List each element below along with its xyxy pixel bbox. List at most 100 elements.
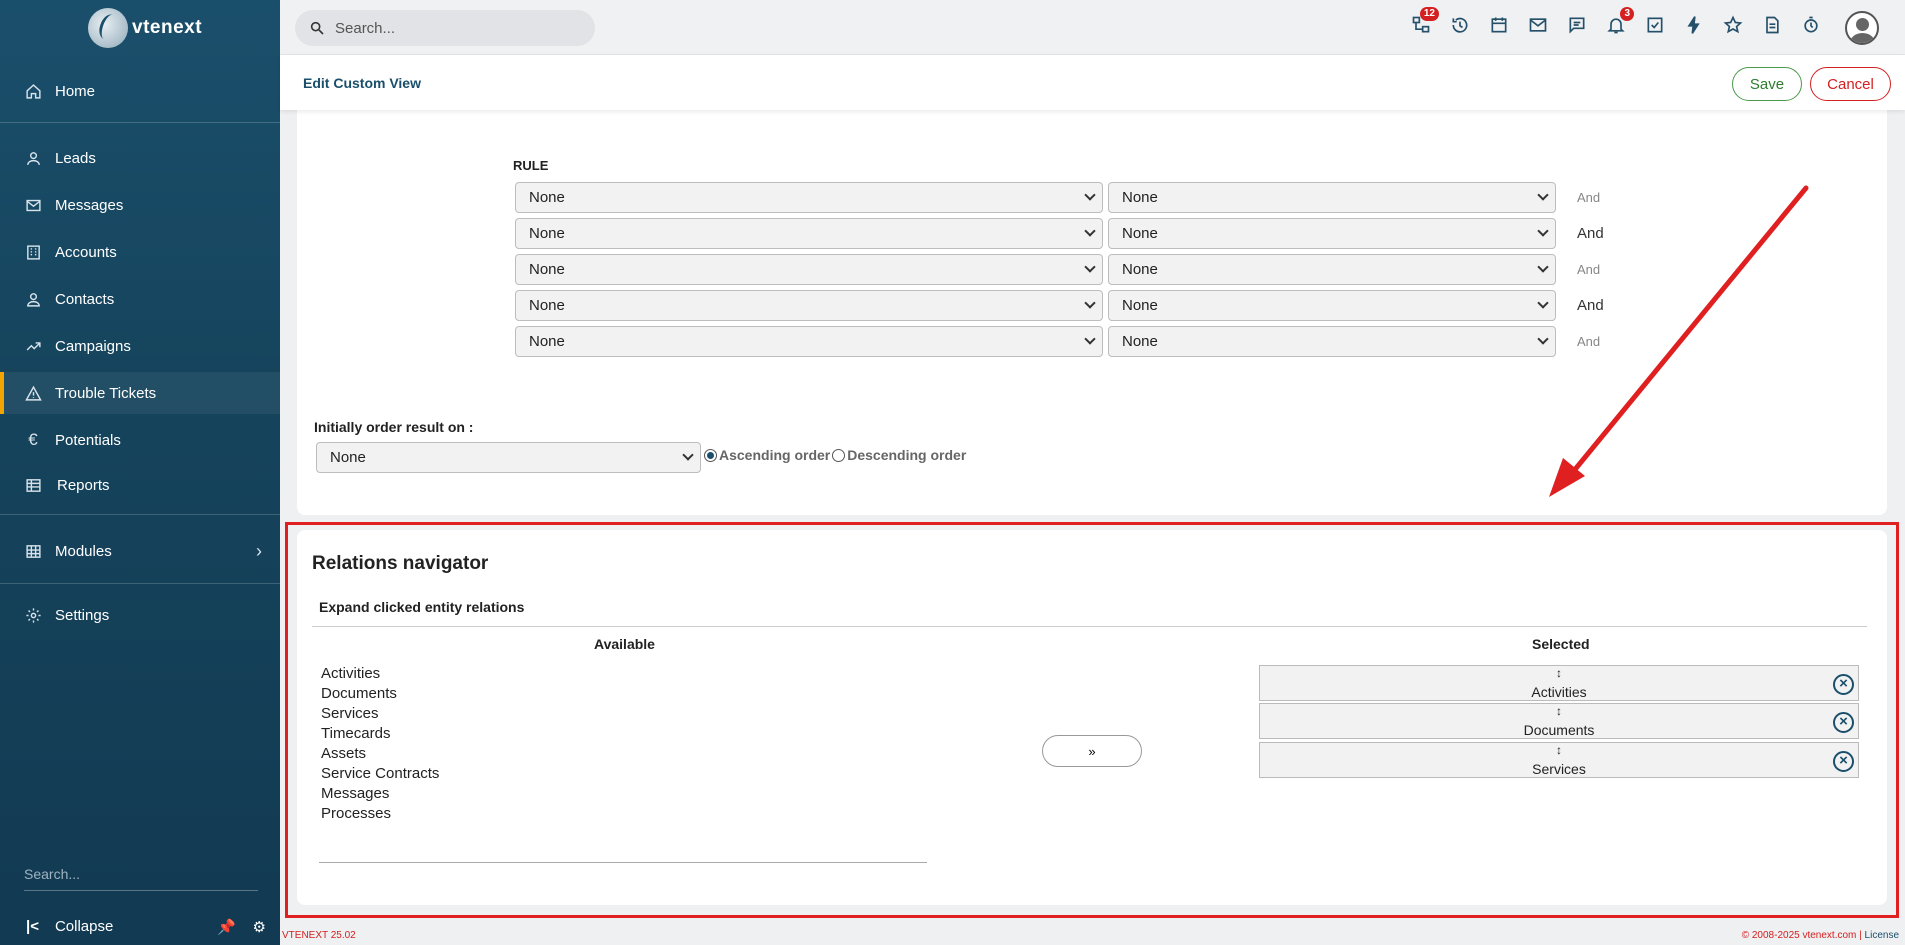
selected-item-label: Activities [1531,684,1587,700]
ascending-radio[interactable] [704,448,717,462]
remove-icon[interactable]: × [1833,674,1854,695]
processes-icon[interactable]: 12 [1410,7,1439,37]
chat-icon[interactable] [1566,13,1587,37]
list-item[interactable]: Documents [321,684,439,704]
order-field-select[interactable]: None [316,442,701,473]
rule-operator-select[interactable]: None [1108,290,1556,321]
logo-text: vtenext [132,17,203,38]
sidebar-item-reports[interactable]: Reports [0,464,280,506]
divider [0,122,280,123]
rule-operator-select[interactable]: None [1108,218,1556,249]
sidebar-item-home[interactable]: Home [0,70,280,112]
sidebar-item-label: Reports [57,476,110,494]
calendar-icon[interactable] [1488,13,1509,37]
drag-handle-icon[interactable]: ↕ [1260,705,1858,717]
list-item[interactable]: Activities [321,664,439,684]
sidebar-item-contacts[interactable]: Contacts [0,278,280,320]
sidebar-footer: |< Collapse 📌 ⚙ [0,908,280,945]
drag-handle-icon[interactable]: ↕ [1260,667,1858,679]
selected-item[interactable]: ↕ Services × [1259,742,1859,778]
remove-icon[interactable]: × [1833,751,1854,772]
chevron-down-icon [1537,261,1549,273]
selected-item[interactable]: ↕ Documents × [1259,703,1859,739]
save-button[interactable]: Save [1732,67,1802,101]
cancel-button[interactable]: Cancel [1810,67,1891,101]
descending-radio[interactable] [832,448,846,462]
chevron-down-icon [1537,333,1549,345]
rule-field-select[interactable]: None [515,290,1103,321]
tasks-icon[interactable] [1644,13,1665,37]
page-title: Edit Custom View [303,75,421,91]
search-placeholder: Search... [335,19,396,37]
rule-operator-select[interactable]: None [1108,182,1556,213]
list-item[interactable]: Processes [321,804,439,824]
list-item[interactable]: Service Contracts [321,764,439,784]
rule-label: RULE [513,158,549,173]
license-link[interactable]: License [1865,930,1899,941]
sidebar-item-label: Potentials [55,431,121,449]
rule-conjunction[interactable]: And [1577,297,1604,314]
rule-conjunction[interactable]: And [1577,190,1600,205]
select-value: None [1122,297,1158,314]
global-search-input[interactable]: Search... [295,10,595,46]
sidebar-item-accounts[interactable]: Accounts [0,231,280,273]
mail-icon[interactable] [1527,13,1548,37]
copyright-text: © 2008-2025 vtenext.com | [1741,930,1865,941]
sidebar-search-input[interactable]: Search... [24,866,258,891]
rule-field-select[interactable]: None [515,254,1103,285]
timer-icon[interactable] [1800,13,1821,37]
selected-header: Selected [1532,636,1590,652]
gear-icon [24,606,42,624]
list-item[interactable]: Timecards [321,724,439,744]
pin-icon[interactable]: 📌 [217,918,236,936]
history-icon[interactable] [1449,13,1470,37]
chevron-down-icon [682,449,694,461]
document-icon[interactable] [1761,13,1782,37]
sidebar-item-leads[interactable]: Leads [0,137,280,179]
selected-item[interactable]: ↕ Activities × [1259,665,1859,701]
rule-conjunction[interactable]: And [1577,262,1600,277]
chevron-down-icon [1084,261,1096,273]
home-icon [24,82,42,100]
drag-handle-icon[interactable]: ↕ [1260,744,1858,756]
copyright: © 2008-2025 vtenext.com | License [1742,930,1899,941]
sidebar-item-messages[interactable]: Messages [0,184,280,226]
sidebar-item-trouble-tickets[interactable]: Trouble Tickets [0,372,280,414]
sidebar: vtenext Home Leads Messages Accounts Con… [0,0,280,945]
rule-operator-select[interactable]: None [1108,254,1556,285]
remove-icon[interactable]: × [1833,712,1854,733]
list-item[interactable]: Messages [321,784,439,804]
page-header: Edit Custom View Save Cancel [280,55,1905,110]
settings-gear-icon[interactable]: ⚙ [253,918,266,936]
rule-operator-select[interactable]: None [1108,326,1556,357]
avatar[interactable] [1845,11,1879,45]
rule-field-select[interactable]: None [515,326,1103,357]
sidebar-item-settings[interactable]: Settings [0,594,280,636]
bell-icon[interactable]: 3 [1605,7,1634,37]
rule-conjunction[interactable]: And [1577,225,1604,242]
move-right-button[interactable]: » [1042,735,1142,767]
list-item[interactable]: Assets [321,744,439,764]
collapse-icon[interactable]: |< [26,918,39,935]
select-value: None [1122,333,1158,350]
order-label: Initially order result on : [314,419,474,435]
collapse-button[interactable]: Collapse [55,918,113,935]
sidebar-item-label: Leads [55,149,96,167]
notification-badge: 12 [1419,7,1439,21]
bolt-icon[interactable] [1683,13,1704,37]
rule-field-select[interactable]: None [515,182,1103,213]
app-logo[interactable]: vtenext [88,6,202,50]
list-item[interactable]: Services [321,704,439,724]
rule-conjunction[interactable]: And [1577,334,1600,349]
table-icon [24,476,42,494]
star-icon[interactable] [1722,13,1743,37]
building-icon [24,243,42,261]
sidebar-item-modules[interactable]: Modules › [0,530,280,572]
logo-icon [88,8,128,48]
sidebar-item-label: Campaigns [55,337,131,355]
sidebar-item-campaigns[interactable]: Campaigns [0,325,280,367]
rule-field-select[interactable]: None [515,218,1103,249]
sidebar-item-potentials[interactable]: € Potentials [0,419,280,461]
sidebar-item-label: Settings [55,606,110,624]
chevron-down-icon [1537,297,1549,309]
